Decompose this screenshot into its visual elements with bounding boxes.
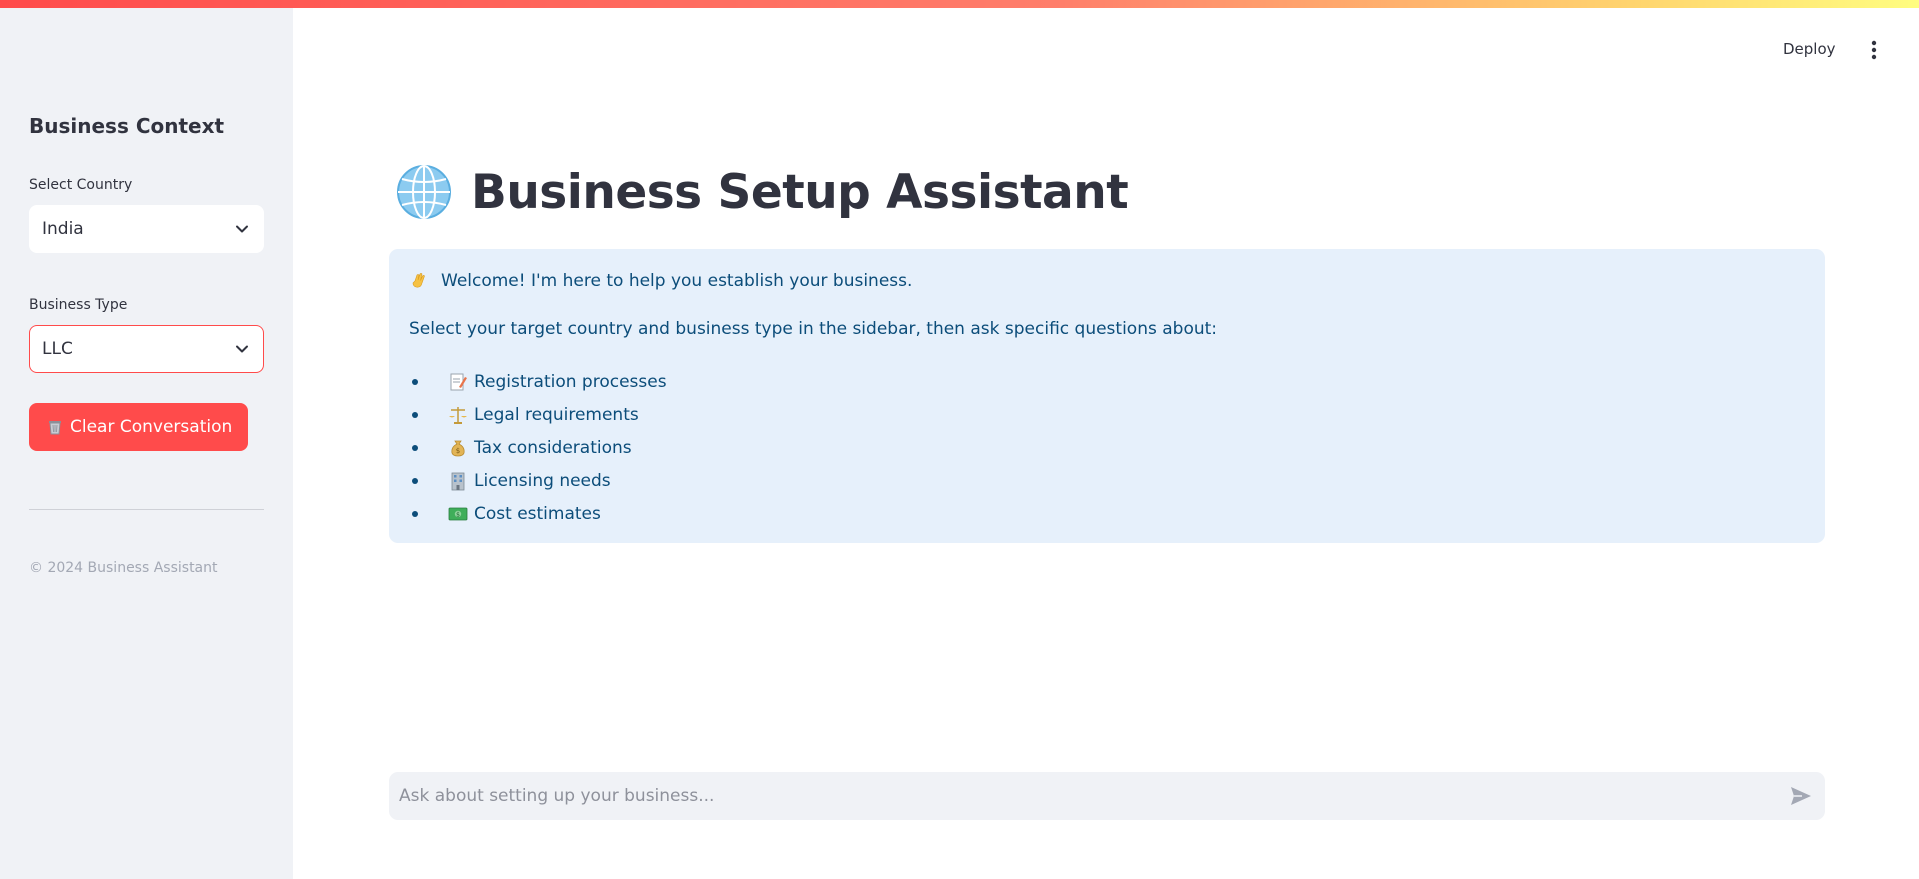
business-type-select[interactable]: LLC [29, 325, 264, 373]
memo-icon [450, 373, 467, 390]
waving-hand-icon [412, 273, 425, 288]
office-building-icon [451, 472, 465, 490]
welcome-info-box: Welcome! I'm here to help you establish … [389, 249, 1825, 543]
welcome-line: Welcome! I'm here to help you establish … [409, 271, 912, 291]
list-item-label: Cost estimates [474, 503, 601, 524]
bullet-dot [412, 477, 418, 484]
business-type-label: Business Type [29, 297, 128, 313]
money-bag-icon: $ [451, 440, 465, 456]
send-icon[interactable] [1789, 784, 1813, 808]
instruction-text: Select your target country and business … [409, 319, 1218, 339]
title-row: Business Setup Assistant [395, 163, 1129, 221]
country-select[interactable]: India [29, 205, 264, 253]
svg-text:$: $ [456, 511, 460, 518]
globe-icon [397, 165, 451, 219]
business-type-select-value: LLC [42, 339, 73, 359]
list-item: $ Cost estimates [409, 497, 667, 530]
sidebar-divider [29, 509, 264, 510]
list-item: $ Tax considerations [409, 431, 667, 464]
bullet-dot [412, 411, 418, 418]
topic-list: Registration processes Legal requirement… [409, 365, 667, 530]
svg-text:$: $ [456, 447, 460, 455]
country-select-value: India [42, 219, 84, 239]
list-item: Legal requirements [409, 398, 667, 431]
vertical-dots-icon[interactable] [1866, 38, 1882, 62]
list-item-label: Tax considerations [474, 437, 632, 458]
list-item: Registration processes [409, 365, 667, 398]
list-item: Licensing needs [409, 464, 667, 497]
clear-conversation-label: Clear Conversation [70, 417, 233, 437]
chevron-down-icon [236, 225, 248, 233]
top-decoration-bar [0, 0, 1919, 8]
trash-icon [49, 421, 61, 435]
list-item-label: Registration processes [474, 371, 667, 392]
sidebar-title: Business Context [29, 114, 225, 138]
dollar-banknote-icon: $ [448, 507, 468, 520]
country-label: Select Country [29, 177, 133, 193]
scales-icon [449, 406, 467, 424]
sidebar-footer: © 2024 Business Assistant [29, 560, 218, 576]
list-item-label: Legal requirements [474, 404, 639, 425]
bullet-dot [412, 444, 418, 451]
deploy-button[interactable]: Deploy [1783, 40, 1836, 58]
chevron-down-icon [236, 345, 248, 353]
bullet-dot [412, 378, 418, 385]
page-title: Business Setup Assistant [471, 164, 1129, 220]
bullet-dot [412, 510, 418, 517]
clear-conversation-button[interactable]: Clear Conversation [29, 403, 249, 451]
list-item-label: Licensing needs [474, 470, 611, 491]
welcome-text: Welcome! I'm here to help you establish … [441, 271, 913, 291]
chat-input[interactable] [399, 786, 1789, 806]
chat-input-container [389, 772, 1825, 820]
